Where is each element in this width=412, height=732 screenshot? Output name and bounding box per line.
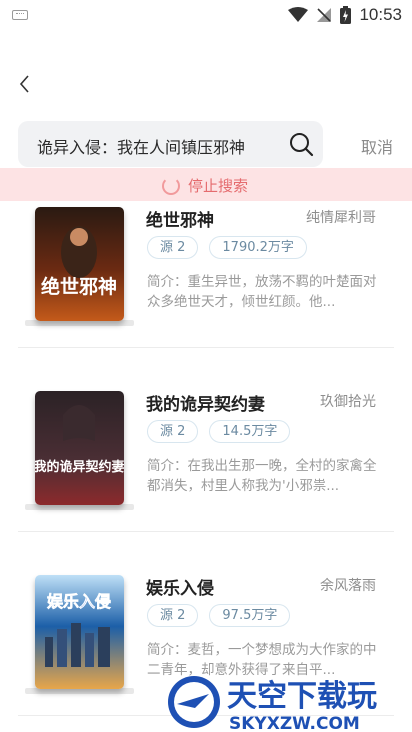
word-count-badge: 97.5万字 (209, 604, 291, 627)
word-count-badge: 14.5万字 (209, 420, 291, 443)
stop-search-label[interactable]: 停止搜索 (188, 175, 248, 196)
signal-off-icon (317, 8, 332, 22)
watermark-brand-cn: 天空下载玩 (227, 679, 377, 714)
search-icon[interactable] (288, 131, 314, 157)
book-title: 娱乐入侵 (146, 579, 214, 599)
back-button[interactable] (12, 70, 40, 98)
book-description: 简介：在我出生那一晚，全村的家禽全都消失，村里人称我为'小邪祟... (147, 458, 377, 494)
source-badge: 源 2 (147, 420, 199, 443)
watermark-logo: 天空下载玩 SKYXZW.COM (165, 672, 412, 732)
book-title: 我的诡异契约妻 (146, 395, 265, 415)
cover-title: 娱乐入侵 (47, 592, 111, 611)
search-query[interactable]: 诡异入侵：我在人间镇压邪神 (37, 134, 245, 158)
stop-search-bar[interactable]: 停止搜索 (0, 168, 412, 201)
watermark-brand-en: SKYXZW.COM (229, 714, 360, 732)
book-author: 余风落雨 (320, 578, 376, 594)
cancel-button[interactable]: 取消 (361, 134, 393, 158)
status-bar: 10:53 (0, 0, 412, 30)
book-cover: 娱乐入侵 (35, 575, 124, 689)
divider (18, 531, 394, 532)
loading-spinner-icon (162, 176, 180, 195)
book-title: 绝世邪神 (146, 211, 214, 231)
cover-title: 绝世邪神 (41, 275, 117, 298)
source-badge: 源 2 (147, 604, 199, 627)
book-list-item[interactable]: 我的诡异契约妻 我的诡异契约妻 玖御拾光 源 2 14.5万字 简介：在我出生那… (18, 386, 394, 531)
divider (18, 347, 394, 348)
chevron-left-icon (19, 75, 29, 93)
search-input[interactable]: 诡异入侵：我在人间镇压邪神 (18, 121, 323, 167)
wifi-icon (288, 7, 309, 22)
source-badge: 源 2 (147, 236, 199, 259)
book-description: 简介：重生异世，放荡不羁的叶楚面对众多绝世天才，倾世红颜。他... (147, 274, 377, 310)
cover-title: 我的诡异契约妻 (35, 459, 124, 475)
book-cover: 绝世邪神 (35, 207, 124, 321)
book-author: 玖御拾光 (320, 394, 376, 410)
battery-icon (340, 6, 352, 24)
book-author: 纯情犀利哥 (306, 210, 376, 226)
book-cover: 我的诡异契约妻 (35, 391, 124, 505)
book-list-item[interactable]: 绝世邪神 绝世邪神 纯情犀利哥 源 2 1790.2万字 简介：重生异世，放荡不… (18, 202, 394, 347)
keyboard-icon (12, 10, 28, 20)
word-count-badge: 1790.2万字 (209, 236, 307, 259)
clock: 10:53 (359, 5, 402, 24)
